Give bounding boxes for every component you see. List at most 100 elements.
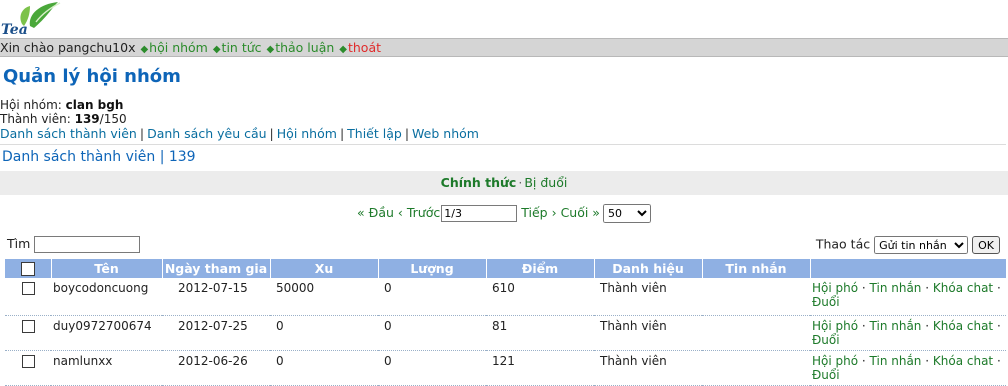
- section-header: Danh sách thành viên | 139: [0, 144, 1006, 172]
- subnav-group[interactable]: Hội nhóm: [277, 126, 337, 141]
- join-date: 2012-06-26: [162, 350, 270, 386]
- separator: |: [139, 126, 145, 141]
- action-vice-link[interactable]: Hội phó: [812, 354, 858, 368]
- tab-kicked[interactable]: Bị đuổi: [524, 175, 567, 190]
- action-select[interactable]: Gửi tin nhắn: [874, 236, 969, 254]
- ok-button[interactable]: OK: [972, 236, 1000, 254]
- pager-last[interactable]: Cuối »: [561, 205, 600, 220]
- points-value: 610: [486, 278, 594, 316]
- logout-link[interactable]: thoát: [348, 40, 381, 55]
- member-name[interactable]: boycodoncuong: [51, 278, 162, 316]
- separator: ·: [518, 175, 523, 190]
- join-date: 2012-07-25: [162, 315, 270, 351]
- column-header-title[interactable]: Danh hiệu: [594, 259, 703, 278]
- table-row: namlunxx 2012-06-26 0 0 121 Thành viên H…: [5, 350, 1006, 386]
- action-kick-link[interactable]: Đuổi: [812, 368, 840, 382]
- search-label: Tìm: [7, 236, 31, 251]
- action-message-link[interactable]: Tin nhắn: [870, 319, 922, 333]
- member-name[interactable]: namlunxx: [51, 350, 162, 386]
- subnav-settings[interactable]: Thiết lập: [347, 126, 402, 141]
- separator: |: [339, 126, 345, 141]
- greeting-text: Xin chào pangchu10x: [0, 40, 136, 55]
- pager-next[interactable]: Tiếp ›: [521, 205, 556, 220]
- action-kick-link[interactable]: Đuổi: [812, 295, 840, 309]
- group-name: clan bgh: [65, 98, 124, 112]
- messages-cell: [702, 350, 810, 386]
- tab-official[interactable]: Chính thức: [441, 175, 517, 190]
- xu-value: 50000: [270, 278, 378, 316]
- action-lock-chat-link[interactable]: Khóa chat: [933, 354, 993, 368]
- page-input[interactable]: [441, 205, 518, 222]
- action-message-link[interactable]: Tin nhắn: [870, 281, 922, 295]
- join-date: 2012-07-15: [162, 278, 270, 316]
- members-max: /150: [99, 112, 127, 126]
- action-kick-link[interactable]: Đuổi: [812, 333, 840, 347]
- per-page-select[interactable]: 50: [602, 204, 651, 223]
- status-tabs: Chính thức · Bị đuổi: [0, 171, 1008, 195]
- action-lock-chat-link[interactable]: Khóa chat: [933, 281, 993, 295]
- separator: |: [269, 126, 274, 141]
- pager-prev[interactable]: ‹ Trước: [398, 205, 440, 220]
- action-message-link[interactable]: Tin nhắn: [870, 354, 922, 368]
- bullet-icon: ◆: [339, 44, 347, 55]
- select-all-cell: [5, 259, 52, 278]
- member-title: Thành viên: [594, 350, 702, 386]
- search-row: Tìm: [7, 236, 141, 253]
- column-header-luong[interactable]: Lượng: [378, 259, 487, 278]
- bullet-icon: ◆: [212, 44, 221, 55]
- xu-value: 0: [270, 350, 378, 386]
- top-nav-bar: Xin chào pangchu10x ◆hội nhóm ◆tin tức ◆…: [0, 38, 1008, 57]
- points-value: 81: [486, 315, 594, 351]
- column-header-xu[interactable]: Xu: [270, 259, 379, 278]
- actions-cell: Hội phó · Tin nhắn · Khóa chat · Đuổi: [810, 278, 1006, 316]
- members-count: 139: [74, 112, 100, 126]
- select-all-checkbox[interactable]: [20, 262, 35, 277]
- luong-value: 0: [378, 350, 486, 386]
- luong-value: 0: [378, 278, 486, 316]
- messages-cell: [702, 315, 810, 351]
- pager-first[interactable]: « Đầu: [357, 205, 394, 220]
- action-vice-link[interactable]: Hội phó: [812, 319, 858, 333]
- table-header-row: Tên Ngày tham gia Xu Lượng Điểm Danh hiệ…: [5, 259, 1007, 278]
- table-row: duy0972700674 2012-07-25 0 0 81 Thành vi…: [5, 315, 1006, 351]
- actions-cell: Hội phó · Tin nhắn · Khóa chat · Đuổi: [810, 315, 1006, 351]
- xu-value: 0: [270, 315, 378, 351]
- nav-link-groups[interactable]: hội nhóm: [149, 40, 208, 55]
- members-label: Thành viên:: [0, 112, 71, 126]
- svg-text:Tea: Tea: [1, 22, 28, 38]
- member-title: Thành viên: [594, 315, 702, 351]
- bullet-icon: ◆: [266, 44, 275, 55]
- column-header-join-date[interactable]: Ngày tham gia: [162, 259, 271, 278]
- table-row: boycodoncuong 2012-07-15 50000 0 610 Thà…: [5, 278, 1006, 316]
- member-title: Thành viên: [594, 278, 702, 316]
- action-label: Thao tác: [815, 236, 871, 252]
- messages-cell: [702, 278, 810, 316]
- action-lock-chat-link[interactable]: Khóa chat: [933, 319, 993, 333]
- search-input[interactable]: [34, 236, 141, 253]
- actions-cell: Hội phó · Tin nhắn · Khóa chat · Đuổi: [810, 350, 1006, 386]
- group-label: Hội nhóm:: [0, 98, 62, 112]
- points-value: 121: [486, 350, 594, 386]
- group-info: Hội nhóm: clan bgh Thành viên: 139/150: [0, 98, 127, 126]
- subnav-member-list[interactable]: Danh sách thành viên: [0, 126, 137, 141]
- action-vice-link[interactable]: Hội phó: [812, 281, 858, 295]
- action-row: Thao tác Gửi tin nhắn OK: [816, 236, 1000, 254]
- pagination: « Đầu ‹ Trước Tiếp › Cuối »50: [0, 204, 1008, 223]
- luong-value: 0: [378, 315, 486, 351]
- bullet-icon: ◆: [140, 44, 149, 55]
- column-header-points[interactable]: Điểm: [486, 259, 595, 278]
- row-checkbox[interactable]: [21, 282, 35, 295]
- nav-link-forum[interactable]: thảo luận: [275, 40, 334, 55]
- subnav-request-list[interactable]: Danh sách yêu cầu: [147, 126, 266, 141]
- subnav-web-group[interactable]: Web nhóm: [412, 126, 479, 141]
- column-header-name[interactable]: Tên: [51, 259, 163, 278]
- member-name[interactable]: duy0972700674: [51, 315, 162, 351]
- page-title: Quản lý hội nhóm: [3, 66, 181, 87]
- nav-link-news[interactable]: tin tức: [222, 40, 262, 55]
- section-title: Danh sách thành viên | 139: [2, 149, 196, 165]
- site-logo[interactable]: Tea: [0, 0, 66, 38]
- group-subnav: Danh sách thành viên | Danh sách yêu cầu | H…: [0, 126, 479, 141]
- row-checkbox[interactable]: [21, 319, 35, 333]
- column-header-actions: [810, 259, 1007, 278]
- column-header-messages[interactable]: Tin nhắn: [702, 259, 811, 278]
